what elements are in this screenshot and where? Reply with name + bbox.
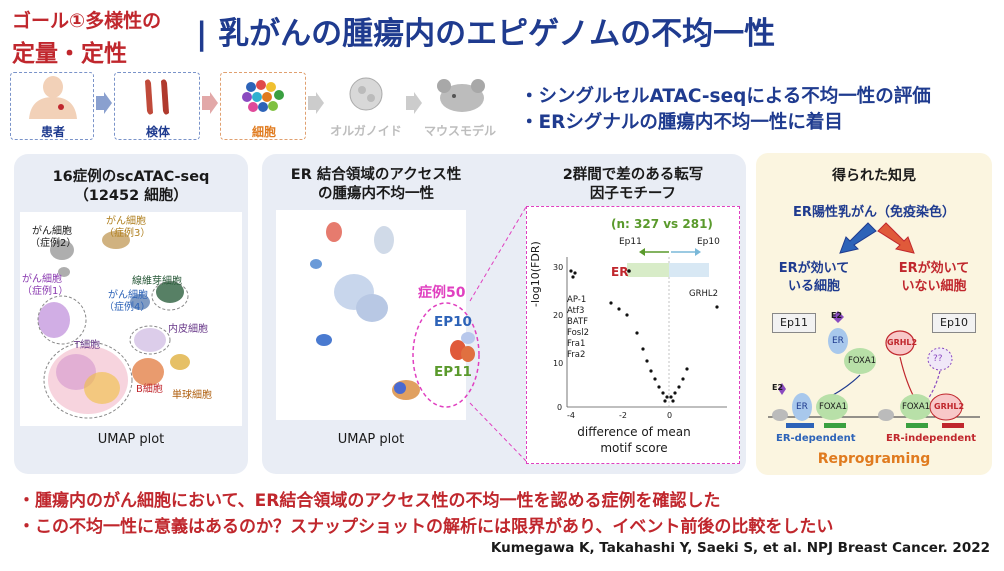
factor-list: AP-1 Atf3 BATF Fosl2 Fra1 Fra2 bbox=[567, 295, 589, 361]
scatac-panel: 16症例のscATAC-seq （12452 細胞） がん細胞 （症例2） がん… bbox=[14, 154, 248, 474]
panel-subtitle: 因子モチーフ bbox=[589, 186, 677, 202]
y-axis-label: -log10(FDR) bbox=[529, 241, 542, 307]
summary-bullets: ・シングルセルATAC-seqによる不均一性の評価 ・ERシグナルの腫瘍内不均一… bbox=[520, 84, 931, 136]
arrow-right-icon bbox=[96, 92, 112, 114]
foxa1-label: FOXA1 bbox=[848, 356, 877, 366]
mechanism-diagram bbox=[768, 311, 980, 428]
er-dependent-label: ER-dependent bbox=[776, 433, 856, 444]
goal-label: ゴール①多様性の bbox=[12, 10, 162, 32]
er-inactive-label-line2: いない細胞 bbox=[901, 279, 967, 294]
citation: Kumegawa K, Takahashi Y, Saeki S, et al.… bbox=[490, 540, 990, 556]
factor-item: AP-1 bbox=[567, 295, 587, 305]
mouse-model-step-box: マウスモデル bbox=[422, 72, 498, 140]
er-bound-label: ER bbox=[796, 402, 808, 412]
foxa1-bound-label-right: FOXA1 bbox=[902, 402, 931, 412]
bullet-item: ・ERシグナルの腫瘍内不均一性に着目 bbox=[520, 112, 843, 133]
specimen-icon bbox=[145, 79, 169, 115]
er-positive-label: ER陽性乳がん（免疫染色） bbox=[793, 205, 955, 220]
foxa1-bound-label: FOXA1 bbox=[819, 402, 848, 412]
arrow-right-icon bbox=[406, 92, 422, 114]
x-axis-label: difference of mean bbox=[577, 425, 691, 439]
umap-caption: UMAP plot bbox=[337, 432, 405, 447]
direction-arrows bbox=[639, 248, 701, 256]
label-endothelial: 内皮細胞 bbox=[168, 324, 208, 335]
label-cancer-case3-sub: （症例3） bbox=[104, 228, 151, 239]
y-tick: 0 bbox=[557, 403, 563, 412]
y-tick: 10 bbox=[553, 359, 564, 368]
organoid-step-box: オルガノイド bbox=[326, 72, 406, 140]
volcano-plot-box: (n: 327 vs 281) Ep11 Ep10 -log10(FDR) ER… bbox=[526, 206, 740, 464]
x-tick: -4 bbox=[567, 411, 575, 420]
arrow-right-icon bbox=[308, 92, 324, 114]
umap-caption: UMAP plot bbox=[97, 432, 165, 447]
cell-step-label: 細胞 bbox=[251, 125, 276, 139]
label-cancer-case1-sub: （症例1） bbox=[22, 286, 69, 297]
patient-step-box: 患者 bbox=[10, 72, 94, 140]
y-tick: 30 bbox=[553, 263, 564, 272]
split-arrows bbox=[839, 222, 915, 254]
bullet-item: ・シングルセルATAC-seqによる不均一性の評価 bbox=[520, 86, 931, 107]
er-protein-label: ER bbox=[832, 336, 844, 346]
y-tick: 20 bbox=[553, 311, 564, 320]
er-active-label-line2: いる細胞 bbox=[787, 279, 840, 294]
findings-title: 得られた知見 bbox=[832, 168, 916, 184]
specimen-step-box: 検体 bbox=[114, 72, 200, 140]
workflow-row: 患者 検体 細胞 オルガノイド マウスモデル bbox=[8, 72, 498, 142]
grhl2-bound-label: GRHL2 bbox=[934, 402, 965, 411]
question-line: ・この不均一性に意義はあるのか？スナップショットの解析には限界があり、イベント前… bbox=[18, 517, 834, 537]
label-monocyte: 単球細胞 bbox=[172, 390, 212, 401]
er-independent-label: ER-independent bbox=[886, 433, 977, 444]
panel-title: 16症例のscATAC-seq bbox=[52, 169, 210, 185]
arrow-right-icon bbox=[202, 92, 218, 114]
goal-sublabel: 定量・定性 bbox=[12, 41, 127, 67]
grhl2-protein-label: GRHL2 bbox=[887, 338, 918, 347]
cell-step-box: 細胞 bbox=[220, 72, 306, 140]
specimen-step-label: 検体 bbox=[145, 125, 170, 139]
mouse-icon bbox=[437, 79, 485, 112]
label-cancer-case4-sub: （症例4） bbox=[104, 302, 151, 313]
label-fibroblast: 線維芽細胞 bbox=[132, 276, 182, 287]
conclusion-line: ・腫瘍内のがん細胞において、ER結合領域のアクセス性の不均一性を認める症例を確認… bbox=[18, 491, 721, 511]
x-tick: -2 bbox=[619, 411, 627, 420]
ep10-direction-label: Ep10 bbox=[697, 237, 720, 247]
e2-label: E2 bbox=[831, 311, 843, 320]
cells-icon bbox=[242, 80, 284, 112]
zoom-connector bbox=[469, 206, 527, 462]
reprograming-label: Reprograming bbox=[817, 451, 931, 467]
factor-item: Fra2 bbox=[567, 350, 586, 360]
panel-title: ER 結合領域のアクセス性 bbox=[290, 167, 462, 183]
unknown-factor-label: ?? bbox=[933, 354, 943, 364]
x-axis-label-line2: motif score bbox=[600, 441, 668, 455]
findings-panel: 得られた知見 ER陽性乳がん（免疫染色） ERが効いて いる細胞 ERが効いて … bbox=[756, 153, 992, 475]
e2-label-lower: E2 bbox=[772, 383, 784, 392]
label-cancer-case2-sub: （症例2） bbox=[30, 238, 77, 249]
factor-item: Fosl2 bbox=[567, 328, 589, 338]
factor-item: Fra1 bbox=[567, 339, 586, 349]
label-t-cell: T細胞 bbox=[74, 340, 101, 351]
grhl2-point-label: GRHL2 bbox=[689, 289, 719, 299]
panel-subtitle: の腫瘍内不均一性 bbox=[318, 186, 434, 202]
panel-subtitle: （12452 細胞） bbox=[74, 188, 188, 204]
x-tick: 0 bbox=[667, 411, 673, 420]
organoid-step-label: オルガノイド bbox=[330, 124, 402, 138]
patient-step-label: 患者 bbox=[40, 125, 65, 139]
umap-plot: がん細胞 （症例2） がん細胞 （症例3） がん細胞 （症例1） 線維芽細胞 が… bbox=[20, 212, 242, 426]
patient-icon bbox=[29, 76, 77, 119]
label-b-cell: B細胞 bbox=[136, 384, 163, 395]
organoid-icon bbox=[349, 77, 383, 111]
panel-title: 2群間で差のある転写 bbox=[562, 167, 704, 183]
er-inactive-label: ERが効いて bbox=[898, 261, 970, 276]
mouse-model-step-label: マウスモデル bbox=[423, 124, 496, 138]
n-label: (n: 327 vs 281) bbox=[611, 217, 713, 231]
factor-item: BATF bbox=[567, 317, 589, 327]
ep11-direction-label: Ep11 bbox=[619, 237, 642, 247]
er-point-label: ER bbox=[611, 265, 629, 279]
factor-item: Atf3 bbox=[567, 306, 585, 316]
page-title: | 乳がんの腫瘍内のエピゲノムの不均一性 bbox=[196, 16, 776, 52]
er-active-label: ERが効いて bbox=[778, 261, 850, 276]
